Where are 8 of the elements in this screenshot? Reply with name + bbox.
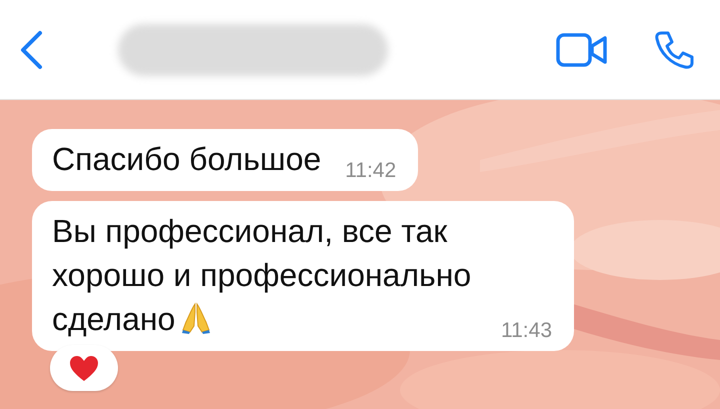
video-call-icon[interactable] [556,32,608,66]
message-text: Спасибо большое [52,141,322,177]
back-icon[interactable] [18,30,44,70]
phone-icon[interactable] [654,30,694,70]
message-text: Вы профессионал, все так хорошо и профессионально сделано [52,213,472,337]
heart-icon [69,354,99,382]
message-time: 11:42 [345,159,396,183]
message-time: 11:43 [501,319,552,343]
